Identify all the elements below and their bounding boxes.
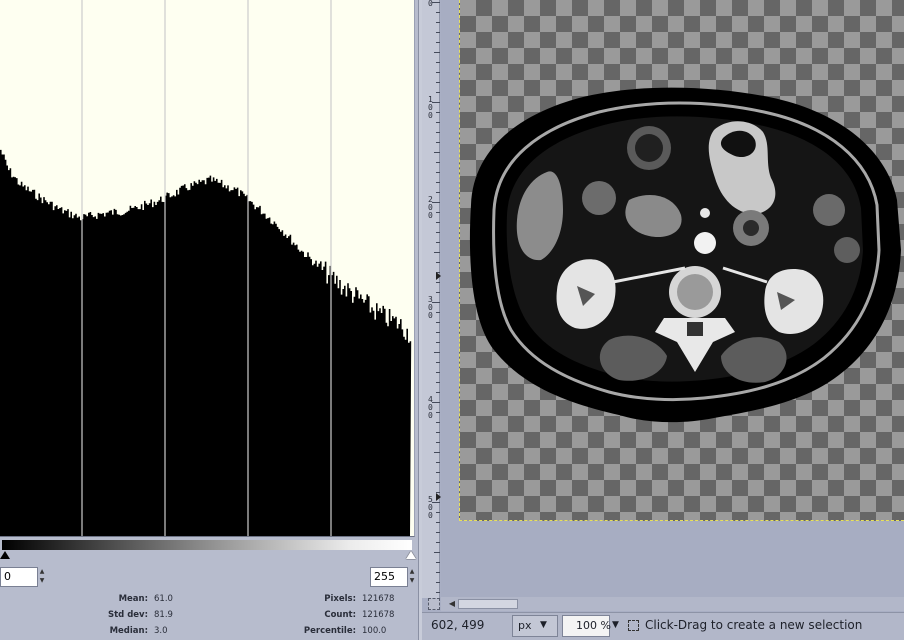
ruler-tick: [436, 22, 440, 23]
ruler-tick: [436, 12, 440, 13]
ruler-tick: [436, 532, 440, 533]
zoom-level: 100 %: [576, 619, 611, 632]
navigate-icon[interactable]: [428, 598, 440, 610]
ruler-tick: [436, 62, 440, 63]
ruler-tick: [432, 102, 440, 103]
range-max-input[interactable]: 255: [370, 567, 408, 587]
ruler-label-100: 100: [428, 95, 433, 120]
ruler-tick: [436, 232, 440, 233]
stat-pixels-value: 121678: [362, 594, 395, 604]
ruler-tick: [436, 412, 440, 413]
ruler-tick: [436, 422, 440, 423]
ruler-label-400: 400: [428, 395, 433, 420]
ruler-tick: [436, 332, 440, 333]
ruler-tick: [436, 122, 440, 123]
value-gradient-bar: [2, 540, 412, 550]
range-min-handle[interactable]: [0, 551, 10, 559]
ruler-tick: [436, 362, 440, 363]
ruler-tick: [436, 212, 440, 213]
stat-median-value: 3.0: [154, 626, 168, 636]
ruler-tick: [434, 152, 440, 153]
ruler-tick: [436, 132, 440, 133]
rect-select-icon: [628, 620, 639, 631]
ruler-tick: [434, 252, 440, 253]
ruler-tick: [436, 112, 440, 113]
ruler-tick: [436, 262, 440, 263]
stat-mean-label: Mean:: [118, 594, 148, 604]
vertical-ruler[interactable]: 0 100 200 300 400 500: [422, 0, 440, 598]
stat-count-value: 121678: [362, 610, 395, 620]
ruler-tick: [432, 302, 440, 303]
ruler-tick: [436, 242, 440, 243]
stat-pixels-label: Pixels:: [324, 594, 356, 604]
stat-mean-value: 61.0: [154, 594, 173, 604]
ruler-tick: [436, 32, 440, 33]
chevron-down-icon[interactable]: ▼: [612, 620, 619, 630]
ruler-label-500: 500: [428, 495, 433, 520]
ruler-tick: [436, 542, 440, 543]
ruler-tick: [436, 292, 440, 293]
ruler-tick: [436, 522, 440, 523]
stat-median-label: Median:: [109, 626, 148, 636]
ruler-tick: [432, 502, 440, 503]
ct-scan-image[interactable]: [459, 0, 904, 521]
range-min-stepper[interactable]: ▲ ▼: [38, 567, 46, 587]
ruler-tick: [436, 142, 440, 143]
ruler-tick: [432, 402, 440, 403]
ruler-label-200: 200: [428, 195, 433, 220]
range-max-stepper[interactable]: ▲ ▼: [408, 567, 416, 587]
stat-stddev-label: Std dev:: [107, 610, 148, 620]
arrow-left-icon[interactable]: ◀: [447, 599, 457, 609]
histogram-view[interactable]: [0, 0, 415, 537]
ruler-tick: [436, 72, 440, 73]
ruler-tick: [436, 372, 440, 373]
ruler-tick: [432, 202, 440, 203]
ruler-label-300: 300: [428, 295, 433, 320]
stat-percentile-value: 100.0: [362, 626, 387, 636]
chevron-down-icon[interactable]: ▼: [540, 620, 547, 630]
ruler-tick: [436, 572, 440, 573]
ruler-tick: [436, 482, 440, 483]
status-message: Click-Drag to create a new selection: [645, 618, 863, 632]
range-max-handle[interactable]: [406, 551, 416, 559]
ruler-tick: [436, 162, 440, 163]
stat-percentile-label: Percentile:: [303, 626, 356, 636]
ruler-tick: [434, 52, 440, 53]
ruler-tick: [436, 582, 440, 583]
ruler-tick: [434, 452, 440, 453]
ruler-tick: [436, 442, 440, 443]
ruler-tick: [436, 172, 440, 173]
ruler-tick: [436, 222, 440, 223]
stat-count-label: Count:: [324, 610, 356, 620]
ruler-tick: [436, 392, 440, 393]
ruler-tick: [436, 472, 440, 473]
ruler-tick: [436, 462, 440, 463]
histogram-bars: [0, 149, 412, 536]
ruler-tick: [432, 2, 440, 3]
ruler-tick: [436, 512, 440, 513]
range-min-input[interactable]: 0: [0, 567, 38, 587]
ruler-tick: [436, 82, 440, 83]
pointer-coordinates: 602, 499: [431, 618, 485, 632]
ruler-tick: [436, 192, 440, 193]
stat-stddev-value: 81.9: [154, 610, 173, 620]
ruler-tick: [436, 282, 440, 283]
ruler-tick: [436, 92, 440, 93]
ruler-tick: [436, 182, 440, 183]
unit-label: px: [518, 619, 532, 632]
ruler-tick: [436, 342, 440, 343]
scrollbar-thumb[interactable]: [458, 599, 518, 609]
ruler-tick: [436, 382, 440, 383]
ruler-tick: [436, 562, 440, 563]
ruler-tick: [436, 312, 440, 313]
ruler-tick: [436, 322, 440, 323]
histogram-graph: [0, 0, 412, 536]
ruler-tick: [436, 42, 440, 43]
ruler-tick: [434, 552, 440, 553]
ruler-tick: [436, 432, 440, 433]
ruler-tick: [436, 592, 440, 593]
ruler-tick: [434, 352, 440, 353]
